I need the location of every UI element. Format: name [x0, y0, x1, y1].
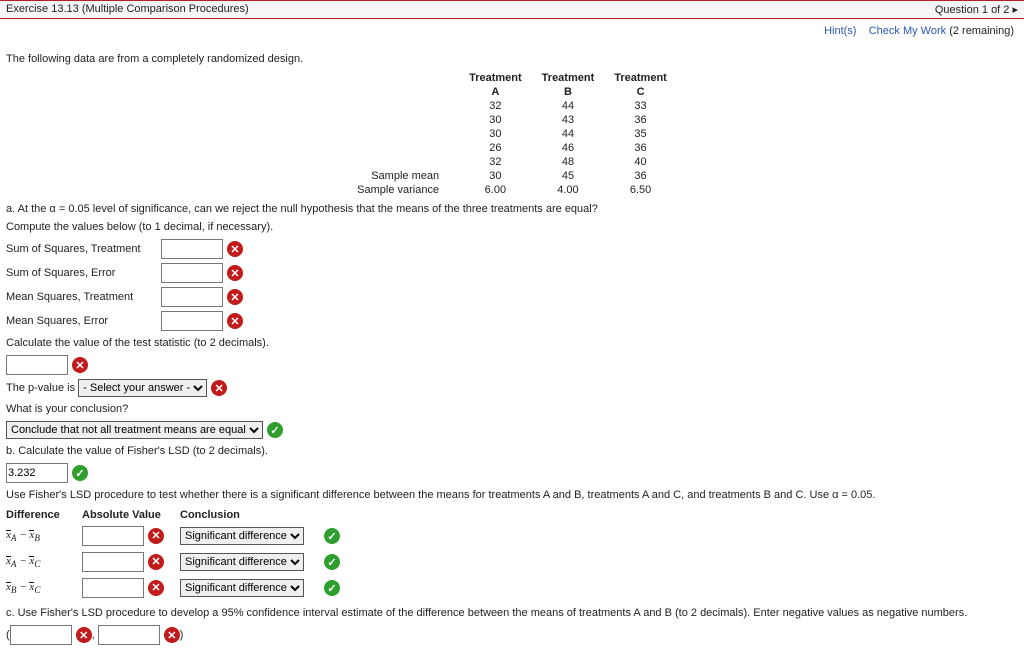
lsd-input[interactable]	[6, 463, 68, 483]
abs-ac-input[interactable]	[82, 552, 144, 572]
col-a: A	[459, 85, 532, 99]
mean-row: Sample mean304536	[347, 169, 677, 183]
pvalue-label: The p-value is	[6, 382, 75, 394]
paren-right: )	[180, 629, 184, 641]
correct-icon: ✓	[324, 554, 340, 570]
hints-link[interactable]: Hint(s)	[824, 25, 856, 37]
data-table: Treatment Treatment Treatment A B C 3244…	[347, 71, 677, 197]
table-row: xB − xC ✕ Significant difference ✓	[6, 575, 356, 601]
hints-row: Hint(s) Check My Work (2 remaining)	[0, 19, 1024, 43]
col-difference: Difference	[6, 507, 82, 523]
use-lsd-text: Use Fisher's LSD procedure to test wheth…	[6, 489, 1018, 501]
conc-ac-select[interactable]: Significant difference	[180, 553, 304, 571]
correct-icon: ✓	[267, 422, 283, 438]
abs-bc-input[interactable]	[82, 578, 144, 598]
conc-ab-select[interactable]: Significant difference	[180, 527, 304, 545]
wrong-icon: ✕	[227, 241, 243, 257]
table-row: xA − xB ✕ Significant difference ✓	[6, 523, 356, 549]
ss-error-label: Sum of Squares, Error	[6, 267, 161, 279]
question-indicator[interactable]: Question 1 of 2 ▸	[935, 3, 1018, 16]
col-header-c: Treatment	[604, 71, 677, 85]
ss-error-input[interactable]	[161, 263, 223, 283]
variance-row: Sample variance6.004.006.50	[347, 183, 677, 197]
ms-error-input[interactable]	[161, 311, 223, 331]
question-c: c. Use Fisher's LSD procedure to develop…	[6, 607, 1018, 619]
wrong-icon: ✕	[227, 265, 243, 281]
col-header-a: Treatment	[459, 71, 532, 85]
col-header-b: Treatment	[532, 71, 605, 85]
test-statistic-input[interactable]	[6, 355, 68, 375]
col-b: B	[532, 85, 605, 99]
wrong-icon: ✕	[72, 357, 88, 373]
calc-f-instruction: Calculate the value of the test statisti…	[6, 337, 1018, 349]
wrong-icon: ✕	[76, 627, 92, 643]
wrong-icon: ✕	[227, 313, 243, 329]
ci-lower-input[interactable]	[10, 625, 72, 645]
ss-treatment-label: Sum of Squares, Treatment	[6, 243, 161, 255]
check-remaining: (2 remaining)	[949, 25, 1014, 37]
pvalue-select[interactable]: - Select your answer -	[78, 379, 207, 397]
exercise-header: Exercise 13.13 (Multiple Comparison Proc…	[0, 0, 1024, 19]
conclusion-select[interactable]: Conclude that not all treatment means ar…	[6, 421, 263, 439]
question-a: a. At the α = 0.05 level of significance…	[6, 203, 1018, 215]
table-row: 264636	[347, 141, 677, 155]
abs-ab-input[interactable]	[82, 526, 144, 546]
comma: ,	[92, 629, 95, 641]
intro-text: The following data are from a completely…	[6, 53, 1018, 65]
wrong-icon: ✕	[211, 380, 227, 396]
table-row: 304336	[347, 113, 677, 127]
conclusion-question: What is your conclusion?	[6, 403, 1018, 415]
correct-icon: ✓	[72, 465, 88, 481]
wrong-icon: ✕	[148, 580, 164, 596]
col-conclusion: Conclusion	[180, 507, 320, 523]
table-row: 304435	[347, 127, 677, 141]
check-my-work-link[interactable]: Check My Work	[869, 25, 946, 37]
col-absolute: Absolute Value	[82, 507, 180, 523]
table-row: 324433	[347, 99, 677, 113]
question-b: b. Calculate the value of Fisher's LSD (…	[6, 445, 1018, 457]
wrong-icon: ✕	[148, 554, 164, 570]
ms-treatment-label: Mean Squares, Treatment	[6, 291, 161, 303]
ms-error-label: Mean Squares, Error	[6, 315, 161, 327]
table-row: 324840	[347, 155, 677, 169]
table-row: xA − xC ✕ Significant difference ✓	[6, 549, 356, 575]
ss-treatment-input[interactable]	[161, 239, 223, 259]
ci-upper-input[interactable]	[98, 625, 160, 645]
correct-icon: ✓	[324, 580, 340, 596]
conc-bc-select[interactable]: Significant difference	[180, 579, 304, 597]
ms-treatment-input[interactable]	[161, 287, 223, 307]
wrong-icon: ✕	[227, 289, 243, 305]
conclusion-table: Difference Absolute Value Conclusion xA …	[6, 507, 356, 601]
wrong-icon: ✕	[164, 627, 180, 643]
compute-instruction: Compute the values below (to 1 decimal, …	[6, 221, 1018, 233]
col-c: C	[604, 85, 677, 99]
exercise-title: Exercise 13.13 (Multiple Comparison Proc…	[6, 3, 249, 16]
wrong-icon: ✕	[148, 528, 164, 544]
correct-icon: ✓	[324, 528, 340, 544]
